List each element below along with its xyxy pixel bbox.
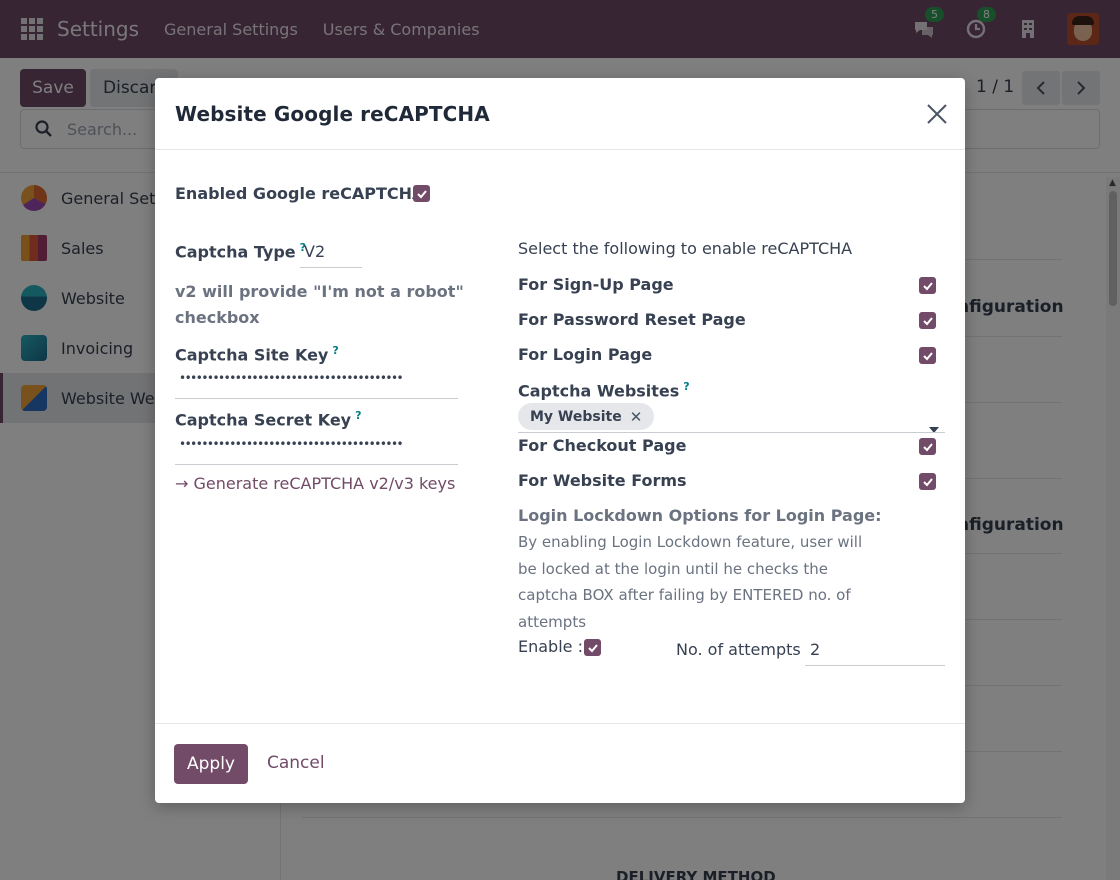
lockdown-description: By enabling Login Lockdown feature, user… [518, 533, 863, 631]
login-page-checkbox[interactable] [919, 347, 936, 364]
checkmark-icon [922, 281, 933, 290]
attempts-label: No. of attempts [676, 640, 801, 659]
enabled-recaptcha-label: Enabled Google reCAPTCHA: [175, 184, 432, 203]
checkout-page-label: For Checkout Page [518, 436, 687, 455]
checkmark-icon [922, 351, 933, 360]
recaptcha-dialog: Website Google reCAPTCHA Enabled Google … [155, 78, 965, 803]
website-tag: My Website ✕ [518, 403, 655, 430]
generate-keys-link[interactable]: → Generate reCAPTCHA v2/v3 keys [175, 474, 455, 493]
secret-key-underline [175, 464, 458, 465]
apply-button[interactable]: Apply [174, 744, 248, 784]
captcha-websites-label: Captcha Websites? [518, 380, 690, 401]
dialog-title: Website Google reCAPTCHA [175, 102, 490, 126]
dialog-header: Website Google reCAPTCHA [155, 78, 965, 150]
checkmark-icon [922, 477, 933, 486]
attempts-underline [805, 665, 945, 666]
site-key-underline [175, 398, 458, 399]
checkout-page-checkbox[interactable] [919, 438, 936, 455]
captcha-websites-underline [518, 432, 945, 433]
signup-page-label: For Sign-Up Page [518, 275, 674, 294]
checkmark-icon [416, 189, 427, 198]
checkmark-icon [587, 643, 598, 652]
website-forms-checkbox[interactable] [919, 473, 936, 490]
captcha-type-underline [300, 267, 362, 268]
password-reset-label: For Password Reset Page [518, 310, 746, 329]
dropdown-caret-icon[interactable] [929, 418, 939, 437]
help-tooltip-icon[interactable]: ? [355, 409, 361, 422]
site-key-input[interactable]: •••••••••••••••••••••••••••••••••••••••• [179, 371, 439, 385]
secret-key-label: Captcha Secret Key? [175, 409, 362, 430]
checkmark-icon [922, 442, 933, 451]
help-tooltip-icon[interactable]: ? [332, 344, 338, 357]
captcha-type-select[interactable]: V2 [304, 242, 325, 261]
dialog-footer: Apply Cancel [155, 723, 965, 803]
captcha-type-hint: v2 will provide "I'm not a robot" checkb… [175, 282, 464, 327]
attempts-input[interactable]: 2 [810, 640, 820, 659]
website-forms-label: For Website Forms [518, 471, 687, 490]
checkmark-icon [922, 316, 933, 325]
remove-tag-icon[interactable]: ✕ [630, 408, 643, 426]
login-page-label: For Login Page [518, 345, 653, 364]
website-tag-label: My Website [530, 408, 622, 425]
close-icon [927, 104, 947, 124]
secret-key-input[interactable]: •••••••••••••••••••••••••••••••••••••••• [179, 437, 439, 451]
enable-lockdown-label: Enable : [518, 637, 583, 656]
enabled-recaptcha-checkbox[interactable] [413, 185, 430, 202]
site-key-label: Captcha Site Key? [175, 344, 339, 365]
help-tooltip-icon[interactable]: ? [683, 380, 689, 393]
enable-lockdown-checkbox[interactable] [584, 639, 601, 656]
cancel-button[interactable]: Cancel [267, 753, 325, 773]
password-reset-checkbox[interactable] [919, 312, 936, 329]
signup-page-checkbox[interactable] [919, 277, 936, 294]
captcha-type-label: Captcha Type? [175, 241, 307, 262]
close-button[interactable] [923, 100, 951, 128]
select-intro-text: Select the following to enable reCAPTCHA [518, 239, 853, 258]
lockdown-title: Login Lockdown Options for Login Page: [518, 506, 882, 525]
